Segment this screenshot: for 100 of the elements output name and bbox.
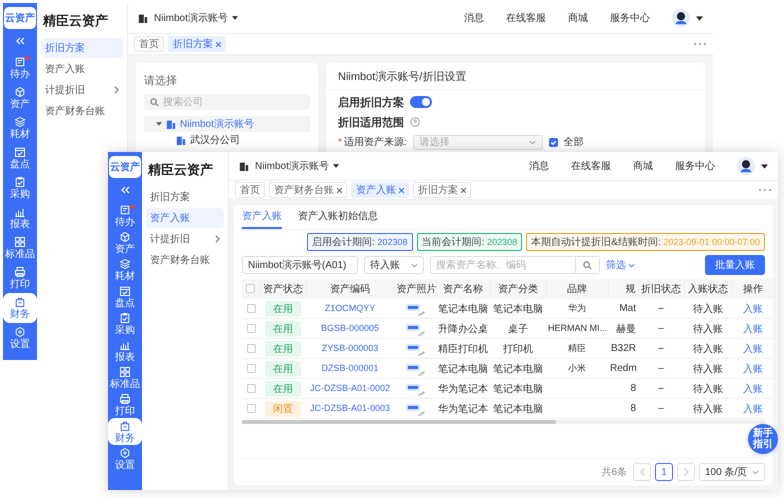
menu-item[interactable]: 资产入账 — [41, 59, 123, 79]
nav-item[interactable]: 采购 — [108, 310, 142, 337]
header-link[interactable]: 服务中心 — [675, 159, 715, 173]
header-link[interactable]: 消息 — [464, 11, 484, 25]
checkbox[interactable] — [246, 344, 256, 353]
nav-item[interactable]: 设置 — [3, 323, 37, 353]
nav-item[interactable]: 财务 — [108, 418, 142, 445]
menu-item[interactable]: 计提折旧 — [41, 80, 123, 100]
entry-link[interactable]: 入账 — [743, 324, 763, 334]
required-mark: * — [338, 136, 342, 148]
menu-item[interactable]: 折旧方案 — [146, 187, 224, 207]
page-tab[interactable]: 折旧方案 — [168, 36, 226, 52]
nav-item[interactable]: 标准品 — [108, 364, 142, 391]
caret-down-icon[interactable] — [696, 16, 703, 20]
search-button[interactable] — [575, 257, 599, 273]
page-tab[interactable]: 首页 — [235, 182, 265, 198]
menu-item[interactable]: 资产财务台账 — [146, 250, 224, 270]
filter-link[interactable]: 筛选 — [606, 258, 635, 272]
table-cell: 华为笔记本 — [438, 404, 488, 414]
menu-item[interactable]: 资产财务台账 — [41, 101, 123, 121]
page-tab[interactable]: 资产入账 — [351, 182, 409, 198]
nav-item[interactable]: 打印 — [3, 263, 37, 293]
tree-item[interactable]: 武汉分公司 — [144, 132, 310, 148]
collapse-icon[interactable] — [15, 37, 25, 45]
header-link[interactable]: 在线客服 — [506, 11, 546, 25]
nav-item[interactable]: 报表 — [108, 337, 142, 364]
nav-item[interactable]: 资产 — [108, 229, 142, 256]
more-icon[interactable] — [693, 42, 707, 46]
asset-code-link[interactable]: BGSB-000005 — [320, 323, 380, 333]
nav-item[interactable]: 耗材 — [108, 256, 142, 283]
page-tab[interactable]: 折旧方案 — [413, 182, 471, 198]
checkbox[interactable] — [246, 364, 256, 373]
checkbox[interactable] — [246, 384, 256, 393]
asset-code-link[interactable]: JC-DZSB-A01-0002 — [310, 383, 390, 393]
checkbox[interactable] — [548, 138, 558, 146]
table-cell: B32R — [610, 343, 636, 354]
nav-item[interactable]: 采购 — [3, 173, 37, 203]
close-icon[interactable] — [337, 188, 342, 192]
header-link[interactable]: 商城 — [568, 11, 588, 25]
close-icon[interactable] — [461, 188, 466, 192]
caret-down-icon[interactable] — [761, 164, 768, 168]
checkbox[interactable] — [246, 324, 256, 333]
nav-item[interactable]: 财务 — [3, 293, 37, 323]
nav-item[interactable]: 待办 — [3, 53, 37, 83]
entry-link[interactable]: 入账 — [743, 344, 763, 354]
nav-item[interactable]: 设置 — [108, 445, 142, 472]
checkbox[interactable] — [246, 404, 256, 413]
account-select[interactable]: Niimbot演示账号(A01) — [242, 256, 358, 274]
more-icon[interactable] — [758, 188, 772, 192]
scrollbar[interactable] — [242, 420, 556, 424]
checkbox[interactable] — [246, 304, 256, 313]
entry-link[interactable]: 入账 — [743, 364, 763, 374]
entry-link[interactable]: 入账 — [743, 384, 763, 394]
checkbox[interactable] — [246, 284, 256, 294]
column-header: 折旧状态 — [641, 284, 681, 295]
asset-code-link[interactable]: ZYSB-000003 — [322, 343, 378, 353]
table-cell: 小米 — [568, 363, 586, 373]
tree-item[interactable]: Niimbot演示账号 — [144, 116, 310, 132]
close-icon[interactable] — [216, 42, 221, 46]
asset-code-link[interactable]: JC-DZSB-A01-0003 — [310, 403, 390, 413]
nav-item[interactable]: 盘点 — [3, 143, 37, 173]
menu-item[interactable]: 资产入账 — [146, 208, 224, 228]
page-size-select[interactable]: 100 条/页 — [699, 463, 765, 481]
entry-link[interactable]: 入账 — [743, 304, 763, 314]
page-button[interactable]: 1 — [655, 463, 673, 481]
nav-item[interactable]: 打印 — [108, 391, 142, 418]
help-icon[interactable] — [410, 117, 420, 127]
search-field[interactable]: 搜索资产名称、编码 — [430, 256, 600, 274]
table-cell: – — [658, 323, 664, 334]
avatar-icon[interactable] — [672, 9, 690, 27]
asset-code-link[interactable]: DZSB-000001 — [321, 363, 379, 373]
batch-entry-button[interactable]: 批量入账 — [705, 255, 765, 275]
entry-link[interactable]: 入账 — [743, 404, 763, 414]
menu-item[interactable]: 折旧方案 — [41, 38, 123, 58]
header-link[interactable]: 服务中心 — [610, 11, 650, 25]
nav-item[interactable]: 报表 — [3, 203, 37, 233]
nav-item[interactable]: 耗材 — [3, 113, 37, 143]
collapse-icon[interactable] — [120, 186, 130, 194]
page-tab[interactable]: 资产财务台账 — [269, 182, 347, 198]
header-link[interactable]: 在线客服 — [571, 159, 611, 173]
header-link[interactable]: 商城 — [633, 159, 653, 173]
status-select[interactable]: 待入账 — [364, 256, 424, 274]
table-cell: – — [658, 383, 664, 394]
menu-item[interactable]: 计提折旧 — [146, 229, 224, 249]
asset-code-link[interactable]: Z1OCMQYY — [324, 303, 376, 313]
account-switcher[interactable]: Niimbot演示账号 — [154, 11, 238, 25]
nav-item[interactable]: 标准品 — [3, 233, 37, 263]
header-link[interactable]: 消息 — [529, 159, 549, 173]
nav-item[interactable]: 待办 — [108, 202, 142, 229]
account-switcher[interactable]: Niimbot演示账号 — [255, 159, 339, 173]
table-cell: 笔记本电脑 — [493, 404, 543, 414]
column-header: 品牌 — [567, 284, 587, 295]
sub-tab[interactable]: 资产入账初始信息 — [298, 205, 378, 229]
nav-item[interactable]: 盘点 — [108, 283, 142, 310]
nav-item[interactable]: 资产 — [3, 83, 37, 113]
close-icon[interactable] — [399, 188, 404, 192]
avatar-icon[interactable] — [737, 157, 755, 175]
toggle-switch[interactable] — [410, 96, 432, 108]
page-tab[interactable]: 首页 — [134, 36, 164, 52]
sub-tab[interactable]: 资产入账 — [242, 205, 282, 229]
